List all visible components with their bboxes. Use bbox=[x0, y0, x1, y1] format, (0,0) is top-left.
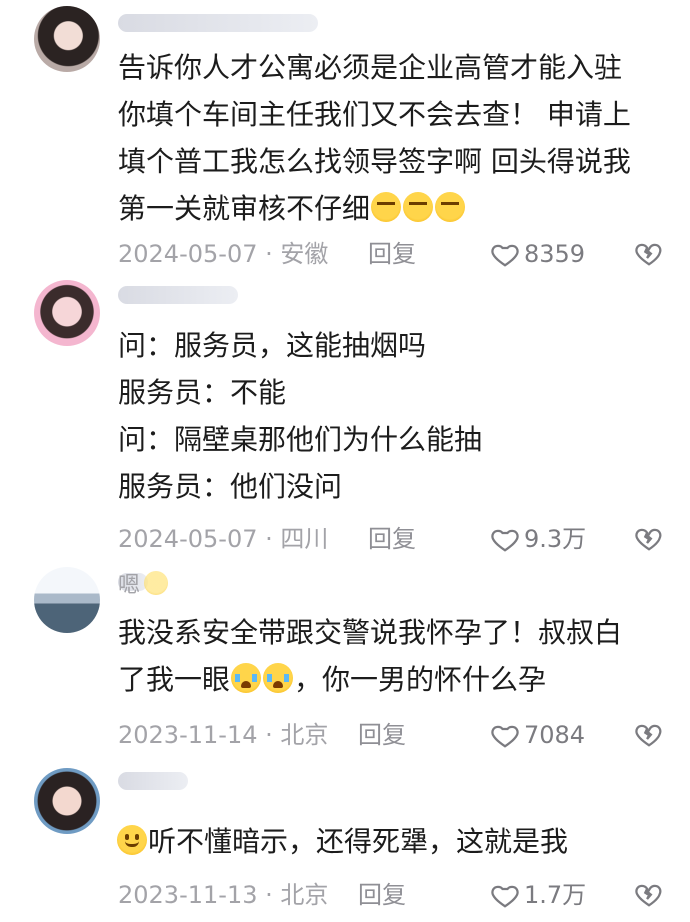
broken-heart-icon[interactable] bbox=[634, 719, 664, 749]
smirk-emoji-icon bbox=[403, 192, 434, 222]
avatar[interactable] bbox=[34, 768, 100, 834]
reply-button[interactable]: 回复 bbox=[358, 879, 406, 911]
broken-heart-icon[interactable] bbox=[634, 879, 664, 909]
heart-icon bbox=[491, 529, 519, 552]
comment-text: 问：服务员，这能抽烟吗 服务员：不能 问：隔壁桌那他们为什么能抽 服务员：他们没… bbox=[118, 329, 483, 503]
like-count: 8359 bbox=[524, 240, 586, 268]
broken-heart-icon[interactable] bbox=[634, 238, 664, 268]
comment-meta: 2023-11-14 · 北京 回复 7084 bbox=[118, 719, 678, 751]
reply-button[interactable]: 回复 bbox=[368, 238, 416, 270]
smile-emoji-icon bbox=[144, 571, 169, 595]
comment-text: 听不懂暗示，还得死犟，这就是我 bbox=[116, 818, 676, 865]
crying-emoji-icon bbox=[263, 663, 294, 693]
comment-date-location: 2023-11-14 · 北京 bbox=[118, 721, 329, 749]
comment-meta: 2024-05-07 · 四川 回复 9.3万 bbox=[118, 523, 678, 555]
comment-date-location: 2024-05-07 · 四川 bbox=[118, 525, 329, 553]
smile-emoji-icon bbox=[117, 825, 147, 855]
like-button[interactable]: 9.3万 bbox=[490, 523, 586, 555]
username-blurred[interactable] bbox=[118, 14, 318, 32]
like-button[interactable]: 1.7万 bbox=[490, 879, 586, 911]
comment-text: 我没系安全带跟交警说我怀孕了！叔叔白 了我一眼 ，你一男的怀什么孕 bbox=[118, 616, 623, 696]
comment-meta: 2023-11-13 · 北京 回复 1.7万 bbox=[118, 879, 678, 911]
comment-date-location: 2024-05-07 · 安徽 bbox=[118, 240, 329, 268]
comment-meta: 2024-05-07 · 安徽 回复 8359 bbox=[118, 238, 678, 270]
broken-heart-icon[interactable] bbox=[634, 523, 664, 553]
reply-button[interactable]: 回复 bbox=[368, 523, 416, 555]
smirk-emoji-icon bbox=[371, 192, 402, 222]
avatar[interactable] bbox=[34, 567, 100, 633]
comment-feed: 告诉你人才公寓必须是企业高管才能入驻 你填个车间主任我们又不会去查！ 申请上 填… bbox=[0, 0, 690, 922]
heart-icon bbox=[491, 725, 519, 748]
avatar[interactable] bbox=[34, 6, 100, 72]
avatar[interactable] bbox=[34, 280, 100, 346]
crying-emoji-icon bbox=[231, 663, 262, 693]
like-count: 1.7万 bbox=[524, 881, 587, 909]
username[interactable]: 嗯 bbox=[118, 567, 169, 599]
heart-icon bbox=[491, 885, 519, 908]
reply-button[interactable]: 回复 bbox=[358, 719, 406, 751]
username-blurred[interactable] bbox=[118, 286, 238, 304]
smirk-emoji-icon bbox=[435, 192, 466, 222]
like-count: 7084 bbox=[524, 721, 586, 749]
username-blurred[interactable] bbox=[118, 772, 188, 790]
comment-date-location: 2023-11-13 · 北京 bbox=[118, 881, 329, 909]
like-button[interactable]: 8359 bbox=[490, 238, 585, 270]
heart-icon bbox=[491, 244, 519, 267]
like-count: 9.3万 bbox=[524, 525, 587, 553]
comment-text: 告诉你人才公寓必须是企业高管才能入驻 你填个车间主任我们又不会去查！ 申请上 填… bbox=[118, 51, 631, 225]
like-button[interactable]: 7084 bbox=[490, 719, 585, 751]
